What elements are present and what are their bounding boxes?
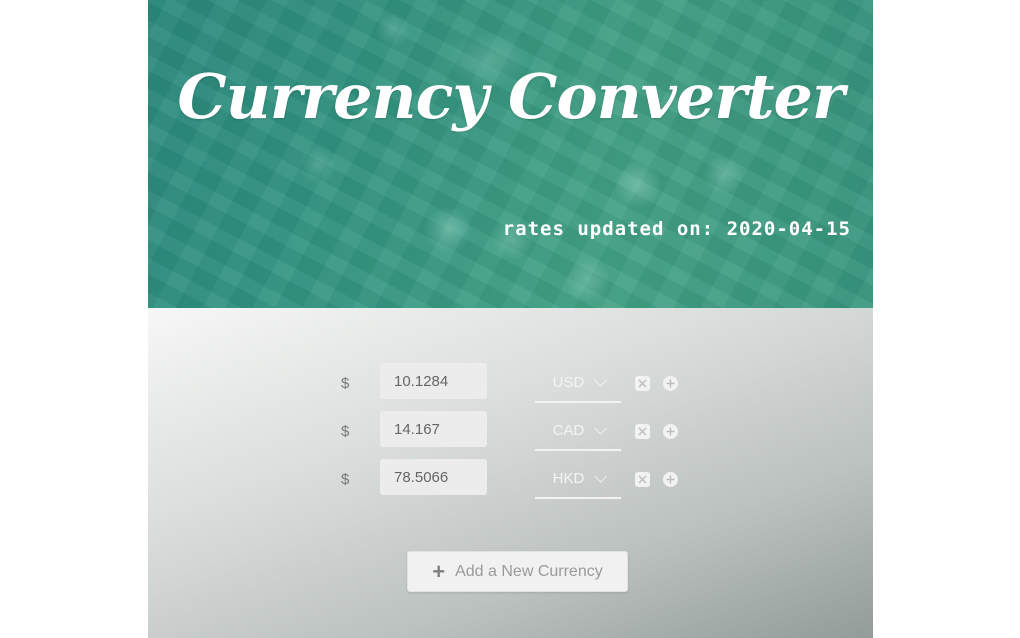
app-title: Currency Converter bbox=[177, 60, 844, 133]
close-icon bbox=[638, 427, 647, 436]
currency-symbol: $ bbox=[341, 471, 350, 488]
rates-updated-label: rates updated on: 2020-04-15 bbox=[502, 218, 851, 240]
currency-row: $ CAD bbox=[148, 411, 873, 451]
add-row-button[interactable] bbox=[663, 376, 678, 391]
plus-icon bbox=[666, 379, 675, 388]
currency-symbol: $ bbox=[341, 423, 350, 440]
chevron-down-icon bbox=[594, 421, 608, 435]
currency-code: CAD bbox=[552, 421, 585, 439]
header-banner: Currency Converter rates updated on: 202… bbox=[148, 0, 873, 308]
currency-converter-app: Currency Converter rates updated on: 202… bbox=[148, 0, 873, 638]
amount-input[interactable] bbox=[380, 363, 487, 399]
currency-select[interactable]: HKD bbox=[535, 459, 621, 499]
close-icon bbox=[638, 475, 647, 484]
remove-currency-button[interactable] bbox=[635, 376, 650, 391]
currency-row: $ USD bbox=[148, 363, 873, 403]
currency-symbol: $ bbox=[341, 375, 350, 392]
plus-icon bbox=[666, 475, 675, 484]
add-new-currency-label: Add a New Currency bbox=[455, 562, 603, 580]
close-icon bbox=[638, 379, 647, 388]
chevron-down-icon bbox=[594, 469, 608, 483]
remove-currency-button[interactable] bbox=[635, 472, 650, 487]
currency-code: HKD bbox=[552, 469, 585, 487]
remove-currency-button[interactable] bbox=[635, 424, 650, 439]
chevron-down-icon bbox=[594, 373, 608, 387]
currency-code: USD bbox=[552, 373, 585, 391]
add-row-button[interactable] bbox=[663, 424, 678, 439]
currency-select[interactable]: USD bbox=[535, 363, 621, 403]
add-row-button[interactable] bbox=[663, 472, 678, 487]
amount-input[interactable] bbox=[380, 459, 487, 495]
converter-panel: $ USD $ CAD bbox=[148, 308, 873, 638]
currency-row: $ HKD bbox=[148, 459, 873, 499]
add-new-currency-button[interactable]: + Add a New Currency bbox=[407, 551, 628, 592]
plus-icon bbox=[666, 427, 675, 436]
plus-icon: + bbox=[432, 558, 446, 584]
currency-select[interactable]: CAD bbox=[535, 411, 621, 451]
amount-input[interactable] bbox=[380, 411, 487, 447]
